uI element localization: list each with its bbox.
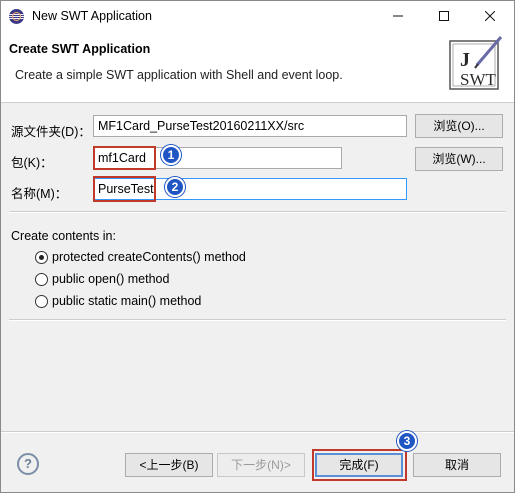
name-label: 名称(M)： <box>11 187 68 201</box>
group-separator <box>9 319 506 321</box>
next-button[interactable]: 下一步(N)> <box>217 453 305 477</box>
minimize-icon <box>393 15 403 17</box>
back-button[interactable]: <上一步(B) <box>125 453 213 477</box>
wizard-banner: Create SWT Application Create a simple S… <box>1 31 514 103</box>
callout-3: 3 <box>397 431 417 451</box>
browse-source-button[interactable]: 浏览(O)... <box>415 114 503 138</box>
eclipse-icon <box>9 9 24 24</box>
contents-heading: Create contents in: <box>11 229 116 243</box>
minimize-button[interactable] <box>375 1 421 31</box>
footer-separator <box>1 431 514 433</box>
radio-button[interactable] <box>35 251 48 264</box>
browse-package-button[interactable]: 浏览(W)... <box>415 147 503 171</box>
svg-text:J: J <box>460 49 470 71</box>
close-button[interactable] <box>467 1 513 31</box>
maximize-button[interactable] <box>421 1 467 31</box>
radio-label: public open() method <box>52 272 170 286</box>
name-field[interactable]: PurseTest <box>93 178 407 200</box>
maximize-icon <box>439 11 449 21</box>
radio-button[interactable] <box>35 295 48 308</box>
radio-button[interactable] <box>35 273 48 286</box>
callout-2: 2 <box>165 177 185 197</box>
wizard-window: New SWT Application Create SWT Applicati… <box>0 0 515 493</box>
banner-title: Create SWT Application <box>9 42 151 56</box>
radio-label: public static main() method <box>52 294 202 308</box>
title-bar: New SWT Application <box>1 1 514 31</box>
package-field[interactable]: mf1Card <box>93 147 342 169</box>
form-separator <box>9 211 506 213</box>
callout-1: 1 <box>161 145 181 165</box>
help-icon[interactable]: ? <box>17 453 39 475</box>
source-folder-label: 源文件夹(D)： <box>11 125 91 139</box>
svg-text:SWT: SWT <box>460 70 497 89</box>
package-label: 包(K)： <box>11 156 53 170</box>
swt-logo-icon: J SWT <box>449 36 503 90</box>
close-icon <box>484 10 496 22</box>
finish-button[interactable]: 完成(F) <box>315 453 403 477</box>
window-title: New SWT Application <box>32 9 152 23</box>
cancel-button[interactable]: 取消 <box>413 453 501 477</box>
radio-label: protected createContents() method <box>52 250 246 264</box>
source-folder-field[interactable]: MF1Card_PurseTest20160211XX/src <box>93 115 407 137</box>
banner-description: Create a simple SWT application with She… <box>15 68 343 82</box>
